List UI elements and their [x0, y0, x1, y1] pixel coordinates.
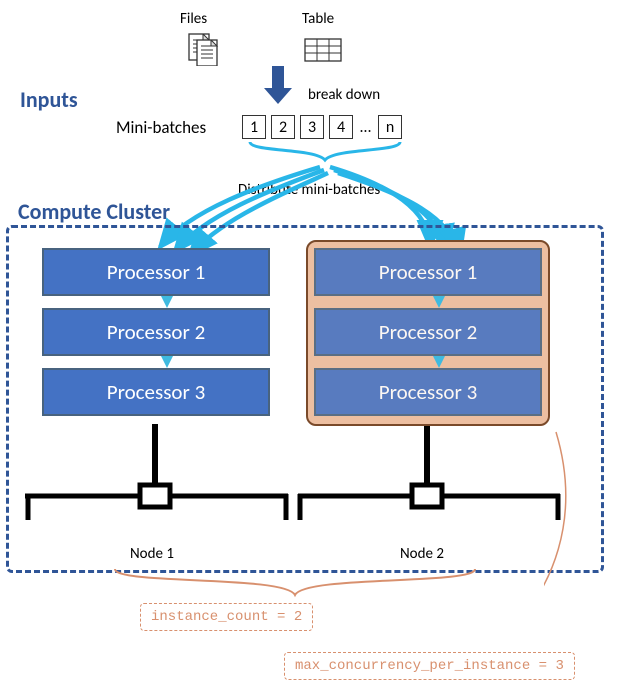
- arrow-down-icon: [42, 356, 292, 368]
- batch-box: 4: [329, 115, 353, 139]
- label-files: Files: [180, 10, 207, 28]
- arrow-concurrency: [544, 430, 584, 661]
- param-instance-count: instance_count = 2: [140, 603, 313, 631]
- batch-row: 1 2 3 4 … n: [242, 115, 402, 139]
- node1: Processor 1 Processor 2 Processor 3: [42, 248, 292, 416]
- batch-box: 2: [271, 115, 295, 139]
- arrow-down-icon: [260, 64, 296, 111]
- label-cluster: Compute Cluster: [18, 198, 170, 225]
- arrow-down-icon: [42, 296, 292, 308]
- brace-icon: [245, 140, 405, 169]
- batch-box: 1: [242, 115, 266, 139]
- label-table: Table: [302, 10, 334, 28]
- node2: Processor 1 Processor 2 Processor 3: [314, 248, 564, 416]
- arrow-down-icon: [314, 356, 564, 368]
- processor-box: Processor 2: [42, 308, 270, 356]
- processor-box: Processor 3: [42, 368, 270, 416]
- processor-box: Processor 2: [314, 308, 542, 356]
- label-minibatches: Mini-batches: [116, 117, 206, 138]
- batch-box: 3: [300, 115, 324, 139]
- processor-box: Processor 1: [314, 248, 542, 296]
- param-max-concurrency: max_concurrency_per_instance = 3: [284, 652, 575, 680]
- ellipsis: …: [358, 118, 373, 137]
- table-icon: [304, 38, 342, 67]
- label-distribute: Distribute mini-batches: [238, 181, 380, 199]
- arrow-down-icon: [314, 296, 564, 308]
- batch-box-last: n: [378, 115, 402, 139]
- processor-box: Processor 3: [314, 368, 542, 416]
- processor-box: Processor 1: [42, 248, 270, 296]
- files-icon: [185, 32, 221, 71]
- label-inputs: Inputs: [20, 86, 78, 113]
- label-breakdown: break down: [308, 86, 380, 104]
